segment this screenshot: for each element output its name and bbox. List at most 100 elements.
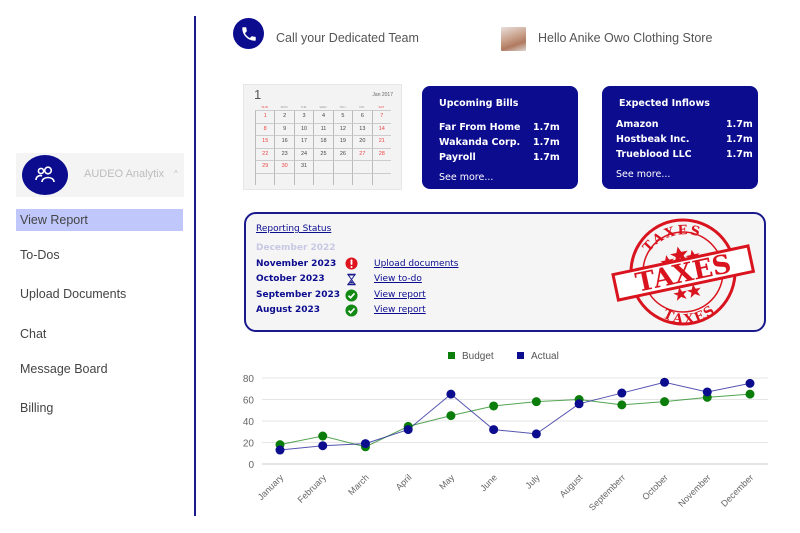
bill-amount: 1.7m	[533, 122, 560, 133]
inflow-name: Amazon	[616, 119, 659, 130]
legend-label-budget[interactable]: Budget	[462, 351, 494, 362]
call-team-link[interactable]: Call your Dedicated Team	[276, 31, 419, 45]
data-point-actual[interactable]	[403, 425, 413, 435]
inflow-name: Trueblood LLC	[616, 149, 692, 160]
expected-inflows-card: Expected Inflows Amazon 1.7m Hostbeak In…	[602, 86, 758, 189]
calendar-day: 26	[332, 147, 353, 160]
calendar-day	[352, 172, 372, 185]
phone-icon[interactable]	[233, 18, 264, 49]
data-point-actual[interactable]	[489, 425, 499, 435]
x-tick-label: January	[256, 472, 286, 502]
x-tick-label: April	[394, 472, 414, 492]
reporting-status-card: Reporting Status December 2022 November …	[244, 212, 766, 332]
calendar-day	[371, 160, 391, 173]
data-point-actual[interactable]	[745, 378, 755, 388]
calendar-grid: SUN MON TUE WED THU FRI SAT 1 2 3 4 5 6 7 8 9 10 11 12 13 14…	[255, 104, 391, 185]
sidebar-item-to-dos[interactable]: To-Dos	[16, 244, 183, 266]
alert-icon	[345, 257, 358, 270]
taxes-stamp-image: TAXES TAXES TAXES	[611, 218, 756, 328]
brand-name: AUDEO Analytix	[84, 168, 165, 180]
calendar-day: 30	[274, 160, 294, 173]
calendar-day	[255, 172, 275, 185]
calendar-day: 19	[332, 135, 353, 148]
svg-text:TAXES: TAXES	[658, 297, 720, 328]
check-circle-icon	[345, 304, 358, 317]
bill-amount: 1.7m	[533, 152, 560, 163]
x-tick-label: May	[437, 472, 456, 491]
data-point-budget[interactable]	[660, 397, 670, 407]
data-point-actual[interactable]	[531, 429, 541, 439]
calendar-day: 24	[293, 147, 314, 160]
calendar-day: 28	[371, 147, 391, 160]
y-tick-label: 0	[248, 460, 254, 471]
report-month: August 2023	[256, 305, 321, 315]
upcoming-bills-card: Upcoming Bills Far From Home 1.7m Wakand…	[422, 86, 578, 189]
inflows-see-more-link[interactable]: See more...	[616, 169, 670, 180]
sidebar-item-billing[interactable]: Billing	[16, 397, 183, 419]
report-month: September 2023	[256, 290, 340, 300]
calendar-month-number: 1	[254, 87, 262, 102]
user-greeting: Hello Anike Owo Clothing Store	[538, 31, 713, 45]
calendar-day: 2	[274, 110, 294, 123]
chevron-up-icon[interactable]: ^	[174, 169, 178, 178]
chart-y-axis: 0 20 40 60 80	[243, 374, 255, 471]
stamp-top-text: TAXES	[637, 218, 707, 257]
upcoming-bills-title: Upcoming Bills	[439, 98, 519, 109]
view-report-link[interactable]: View report	[374, 290, 426, 300]
x-tick-label: August	[558, 472, 585, 499]
calendar-day: 4	[313, 110, 333, 123]
user-avatar[interactable]	[501, 27, 526, 51]
data-point-budget[interactable]	[489, 401, 499, 411]
sidebar-item-message-board[interactable]: Message Board	[16, 358, 183, 380]
data-point-actual[interactable]	[574, 399, 584, 409]
view-report-link[interactable]: View report	[374, 305, 426, 315]
view-to-do-link[interactable]: View to-do	[374, 274, 422, 284]
brand-switcher[interactable]: AUDEO Analytix ^	[16, 153, 184, 197]
bills-see-more-link[interactable]: See more...	[439, 172, 493, 183]
calendar-day: 1	[255, 110, 275, 123]
calendar-day	[293, 172, 314, 185]
inflow-name: Hostbeak Inc.	[616, 134, 690, 145]
x-tick-label: July	[523, 472, 542, 491]
legend-swatch-budget	[448, 352, 455, 359]
calendar-day: 8	[255, 122, 275, 135]
data-point-actual[interactable]	[446, 389, 456, 399]
chart-grid	[262, 377, 768, 465]
data-point-actual[interactable]	[660, 377, 670, 387]
y-tick-label: 40	[243, 417, 255, 428]
hourglass-icon	[347, 273, 356, 286]
y-tick-label: 20	[243, 439, 255, 450]
data-point-budget[interactable]	[745, 389, 755, 399]
bill-name: Payroll	[439, 152, 476, 163]
data-point-actual[interactable]	[617, 388, 627, 398]
data-point-budget[interactable]	[531, 397, 541, 407]
calendar-day	[274, 172, 294, 185]
calendar-day: 15	[255, 135, 275, 148]
chart-series	[275, 377, 755, 455]
data-point-budget[interactable]	[318, 431, 328, 441]
calendar-day: 13	[352, 122, 372, 135]
x-tick-label: December	[719, 472, 755, 508]
data-point-actual[interactable]	[318, 441, 328, 451]
sidebar-item-view-report[interactable]: View Report	[16, 209, 183, 231]
sidebar-divider	[194, 16, 196, 516]
calendar-day: 3	[293, 110, 314, 123]
data-point-actual[interactable]	[360, 439, 370, 449]
x-tick-label: February	[296, 472, 329, 505]
sidebar-item-chat[interactable]: Chat	[16, 323, 183, 345]
data-point-budget[interactable]	[446, 411, 456, 421]
calendar-day	[352, 160, 372, 173]
reporting-status-title[interactable]: Reporting Status	[256, 224, 331, 234]
bill-name: Wakanda Corp.	[439, 137, 521, 148]
data-point-actual[interactable]	[702, 387, 712, 397]
calendar-day: 10	[293, 122, 314, 135]
sidebar-item-upload-documents[interactable]: Upload Documents	[16, 283, 183, 305]
calendar-day: 21	[371, 135, 391, 148]
report-month: December 2022	[256, 243, 336, 253]
report-month: November 2023	[256, 259, 337, 269]
upload-documents-link[interactable]: Upload documents	[374, 259, 459, 269]
data-point-actual[interactable]	[275, 445, 285, 455]
legend-label-actual[interactable]: Actual	[531, 351, 559, 362]
data-point-budget[interactable]	[617, 400, 627, 410]
legend-swatch-actual	[517, 352, 524, 359]
